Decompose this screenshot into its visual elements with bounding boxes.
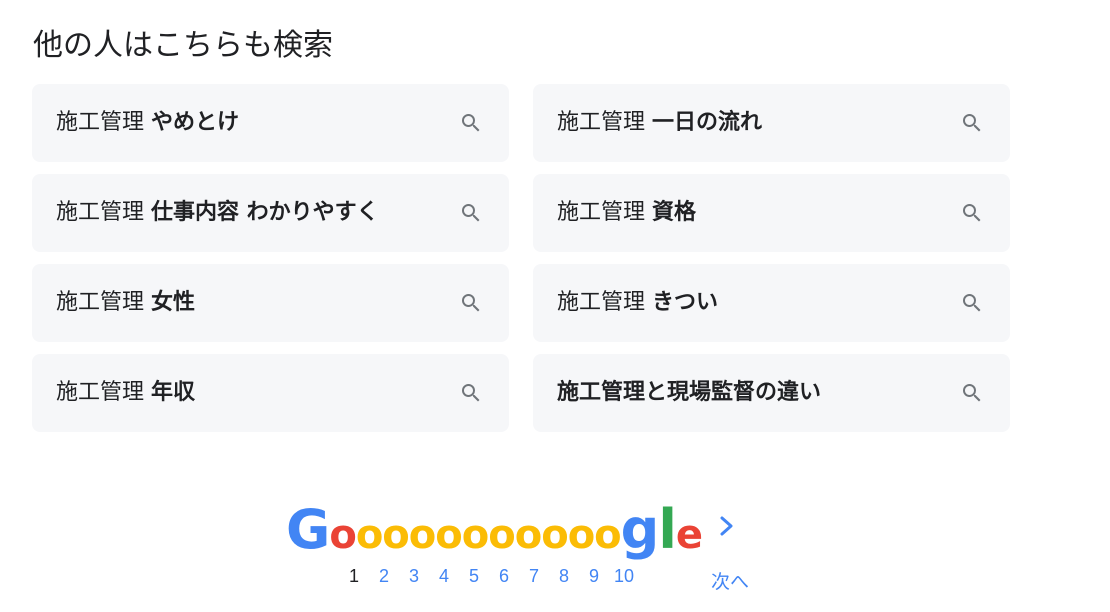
- related-search-text: 施工管理 女性: [56, 289, 195, 317]
- query-prefix: 施工管理: [557, 110, 652, 135]
- related-search-text: 施工管理 やめとけ: [56, 109, 239, 137]
- search-icon: [963, 294, 981, 312]
- search-icon: [462, 114, 480, 132]
- page-number-link[interactable]: 4: [429, 564, 459, 588]
- related-search-text: 施工管理 仕事内容 わかりやすく: [56, 199, 379, 227]
- logo-letter-o[interactable]: o: [409, 512, 437, 558]
- query-prefix: 施工管理: [56, 200, 151, 225]
- search-icon: [963, 114, 981, 132]
- logo-letter-o[interactable]: o: [488, 512, 516, 558]
- query-suffix: 仕事内容 わかりやすく: [151, 200, 379, 225]
- related-search-text: 施工管理と現場監督の違い: [557, 379, 821, 407]
- query-full: 施工管理と現場監督の違い: [557, 380, 822, 405]
- logo-letter-o[interactable]: o: [515, 512, 543, 558]
- logo-letter-g: g: [620, 498, 660, 561]
- related-search-chip[interactable]: 施工管理 きつい: [533, 264, 1010, 342]
- related-search-text: 施工管理 きつい: [557, 289, 718, 317]
- logo-letter-o[interactable]: o: [356, 512, 384, 558]
- related-searches-grid: 施工管理 やめとけ 施工管理 一日の流れ 施工管理 仕事内容 わかりやすく 施工…: [32, 84, 1010, 432]
- search-icon: [963, 204, 981, 222]
- related-search-chip[interactable]: 施工管理 やめとけ: [32, 84, 509, 162]
- related-search-text: 施工管理 一日の流れ: [557, 109, 762, 137]
- logo-letter-o-current: o: [329, 512, 357, 558]
- logo-letter-l: l: [658, 498, 676, 561]
- query-suffix: 資格: [652, 200, 697, 225]
- pagination: Gooooooooooogle 1 2 3 4 5 6 7 8 9 10 次へ: [286, 500, 786, 600]
- page-number-link[interactable]: 5: [459, 564, 489, 588]
- page-number-link[interactable]: 10: [609, 564, 639, 588]
- related-search-chip[interactable]: 施工管理 仕事内容 わかりやすく: [32, 174, 509, 252]
- query-prefix: 施工管理: [557, 290, 652, 315]
- related-search-text: 施工管理 資格: [557, 199, 696, 227]
- search-icon: [462, 384, 480, 402]
- related-search-chip[interactable]: 施工管理 年収: [32, 354, 509, 432]
- related-search-chip[interactable]: 施工管理 女性: [32, 264, 509, 342]
- related-search-chip[interactable]: 施工管理と現場監督の違い: [533, 354, 1010, 432]
- page-number-link[interactable]: 7: [519, 564, 549, 588]
- query-prefix: 施工管理: [56, 380, 151, 405]
- search-icon: [462, 204, 480, 222]
- logo-letter-o[interactable]: o: [462, 512, 490, 558]
- chevron-right-icon[interactable]: [716, 512, 738, 540]
- query-prefix: 施工管理: [56, 290, 151, 315]
- page-number-list: 1 2 3 4 5 6 7 8 9 10: [339, 564, 639, 588]
- page-number-current: 1: [348, 566, 359, 586]
- logo-letter-o[interactable]: o: [382, 512, 410, 558]
- related-searches-heading: 他の人はこちらも検索: [33, 28, 333, 63]
- next-page-link[interactable]: 次へ: [711, 567, 749, 594]
- search-results-page: 他の人はこちらも検索 施工管理 やめとけ 施工管理 一日の流れ 施工管理 仕事内…: [0, 0, 1110, 612]
- page-number-link[interactable]: 8: [549, 564, 579, 588]
- logo-letter-G: G: [286, 498, 330, 561]
- query-suffix: やめとけ: [151, 110, 240, 135]
- logo-letter-o[interactable]: o: [568, 512, 596, 558]
- search-icon: [462, 294, 480, 312]
- page-number-link[interactable]: 2: [369, 564, 399, 588]
- query-suffix: きつい: [652, 290, 719, 315]
- related-search-text: 施工管理 年収: [56, 379, 195, 407]
- query-suffix: 一日の流れ: [652, 110, 763, 135]
- query-prefix: 施工管理: [557, 200, 652, 225]
- logo-letter-o[interactable]: o: [594, 512, 622, 558]
- logo-letter-o[interactable]: o: [435, 512, 463, 558]
- query-suffix: 年収: [151, 380, 196, 405]
- query-prefix: 施工管理: [56, 110, 151, 135]
- page-number-link[interactable]: 9: [579, 564, 609, 588]
- query-suffix: 女性: [151, 290, 196, 315]
- related-search-chip[interactable]: 施工管理 一日の流れ: [533, 84, 1010, 162]
- related-search-chip[interactable]: 施工管理 資格: [533, 174, 1010, 252]
- logo-letter-e: e: [675, 512, 703, 558]
- page-number-link[interactable]: 3: [399, 564, 429, 588]
- google-pagination-logo: Gooooooooooogle: [286, 498, 703, 561]
- page-number-link[interactable]: 6: [489, 564, 519, 588]
- search-icon: [963, 384, 981, 402]
- logo-letter-o[interactable]: o: [541, 512, 569, 558]
